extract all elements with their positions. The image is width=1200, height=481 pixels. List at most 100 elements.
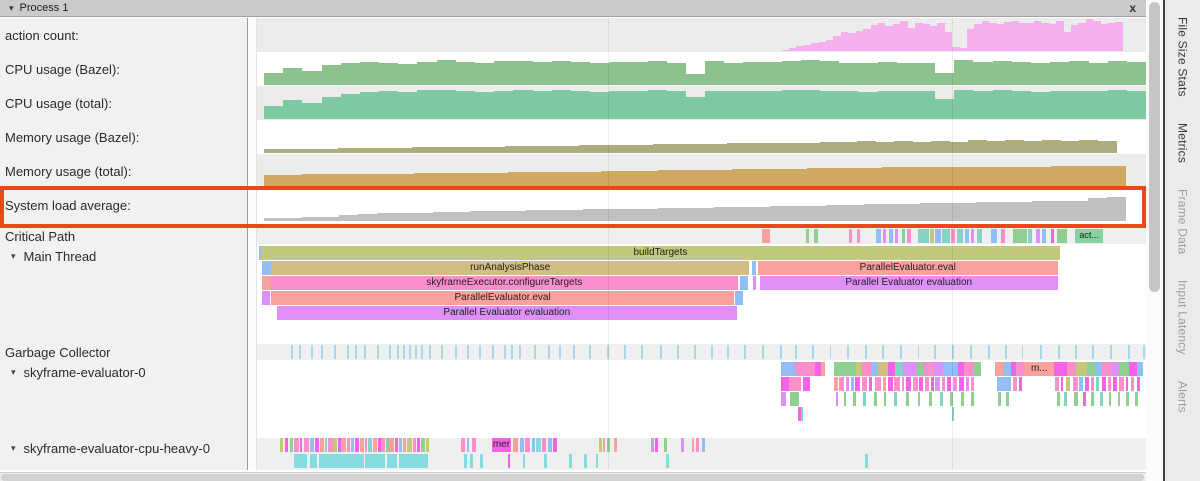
collapse-main-thread-icon[interactable]: ▾: [11, 249, 16, 263]
trace-slice[interactable]: [991, 229, 996, 243]
gc-tick[interactable]: [455, 345, 457, 359]
trace-slice[interactable]: [365, 454, 385, 468]
trace-slice[interactable]: [407, 438, 411, 452]
gc-tick[interactable]: [334, 345, 336, 359]
trace-slice[interactable]: [262, 276, 271, 290]
trace-slice[interactable]: [923, 362, 935, 376]
trace-slice[interactable]: [781, 392, 786, 406]
gc-tick[interactable]: [1058, 345, 1060, 359]
trace-slice[interactable]: [403, 438, 407, 452]
track-action-count[interactable]: [257, 18, 1146, 52]
trace-slice[interactable]: [753, 276, 756, 290]
trace-slice[interactable]: [310, 454, 317, 468]
trace-slice[interactable]: [1013, 377, 1017, 391]
trace-slice[interactable]: [347, 438, 351, 452]
trace-slice[interactable]: [262, 291, 270, 305]
trace-slice[interactable]: [966, 377, 970, 391]
gc-tick[interactable]: [711, 345, 713, 359]
trace-slice[interactable]: [513, 438, 518, 452]
gc-tick[interactable]: [467, 345, 469, 359]
trace-slice[interactable]: [399, 454, 427, 468]
trace-slice[interactable]: [862, 362, 872, 376]
trace-slice-labeled[interactable]: m...: [1024, 362, 1054, 376]
trace-slice[interactable]: [869, 377, 873, 391]
gc-tick[interactable]: [415, 345, 417, 359]
gc-tick[interactable]: [429, 345, 431, 359]
gc-tick[interactable]: [1040, 345, 1042, 359]
gc-tick[interactable]: [559, 345, 561, 359]
tab-input-latency[interactable]: Input Latency: [1176, 280, 1190, 355]
trace-slice[interactable]: [1102, 377, 1106, 391]
trace-slice[interactable]: [1129, 362, 1137, 376]
trace-slice[interactable]: [1036, 229, 1040, 243]
gc-tick[interactable]: [830, 345, 832, 359]
trace-slice[interactable]: [508, 454, 510, 468]
gc-tick[interactable]: [1022, 345, 1024, 359]
trace-slice[interactable]: [851, 377, 854, 391]
gc-tick[interactable]: [865, 345, 867, 359]
trace-slice[interactable]: [542, 438, 546, 452]
trace-slice[interactable]: [1001, 229, 1005, 243]
trace-slice[interactable]: [310, 438, 314, 452]
tab-alerts[interactable]: Alerts: [1176, 381, 1190, 413]
trace-slice[interactable]: [365, 438, 368, 452]
gc-tick[interactable]: [519, 345, 521, 359]
trace-slice[interactable]: [781, 377, 789, 391]
trace-slice[interactable]: [874, 392, 877, 406]
trace-slice[interactable]: [651, 438, 655, 452]
trace-slice[interactable]: [903, 362, 916, 376]
trace-slice[interactable]: [399, 438, 402, 452]
trace-slice[interactable]: [1108, 377, 1112, 391]
trace-slice[interactable]: [584, 454, 587, 468]
trace-slice-labeled[interactable]: Parallel Evaluator evaluation: [277, 306, 737, 320]
gc-tick[interactable]: [988, 345, 990, 359]
trace-slice[interactable]: [918, 392, 921, 406]
trace-slice[interactable]: [883, 229, 886, 243]
tab-file-size-stats[interactable]: File Size Stats: [1176, 17, 1190, 97]
trace-slice[interactable]: [1119, 362, 1129, 376]
trace-slice[interactable]: [417, 438, 420, 452]
trace-slice[interactable]: [849, 229, 852, 243]
trace-slice[interactable]: [947, 377, 951, 391]
trace-slice[interactable]: [888, 377, 892, 391]
trace-slice[interactable]: [1013, 229, 1027, 243]
trace-slice[interactable]: [262, 261, 271, 275]
vertical-scrollbar-thumb[interactable]: [1149, 2, 1160, 292]
gc-tick[interactable]: [504, 345, 506, 359]
trace-slice[interactable]: [381, 438, 385, 452]
gc-tick[interactable]: [624, 345, 626, 359]
trace-slice[interactable]: [998, 392, 1001, 406]
gc-tick[interactable]: [409, 345, 411, 359]
trace-slice[interactable]: [1051, 229, 1054, 243]
trace-slice[interactable]: [525, 438, 529, 452]
gc-tick[interactable]: [795, 345, 797, 359]
trace-slice[interactable]: [834, 377, 838, 391]
trace-slice[interactable]: [1074, 392, 1078, 406]
trace-slice[interactable]: [906, 392, 909, 406]
horizontal-scrollbar[interactable]: [0, 472, 1146, 481]
trace-slice[interactable]: [907, 229, 911, 243]
gc-tick[interactable]: [660, 345, 662, 359]
trace-slice[interactable]: [943, 362, 957, 376]
trace-slice[interactable]: [702, 438, 705, 452]
trace-slice[interactable]: [795, 362, 815, 376]
trace-slice[interactable]: [599, 438, 602, 452]
trace-slice[interactable]: [395, 438, 399, 452]
trace-slice[interactable]: [1112, 362, 1119, 376]
trace-slice[interactable]: [378, 438, 381, 452]
gc-tick[interactable]: [397, 345, 399, 359]
gc-tick[interactable]: [677, 345, 679, 359]
gc-tick[interactable]: [694, 345, 696, 359]
trace-slice[interactable]: [814, 229, 817, 243]
track-skyframe-evaluator-0[interactable]: m...: [257, 362, 1146, 438]
trace-slice[interactable]: [1135, 392, 1138, 406]
gc-tick[interactable]: [1092, 345, 1094, 359]
trace-slice[interactable]: [857, 229, 860, 243]
gc-tick[interactable]: [1128, 345, 1130, 359]
trace-slice[interactable]: [655, 438, 658, 452]
trace-slice[interactable]: [1061, 377, 1064, 391]
vertical-scrollbar[interactable]: [1146, 0, 1163, 481]
trace-slice[interactable]: [953, 377, 957, 391]
gc-tick[interactable]: [744, 345, 746, 359]
trace-slice[interactable]: [1019, 377, 1023, 391]
